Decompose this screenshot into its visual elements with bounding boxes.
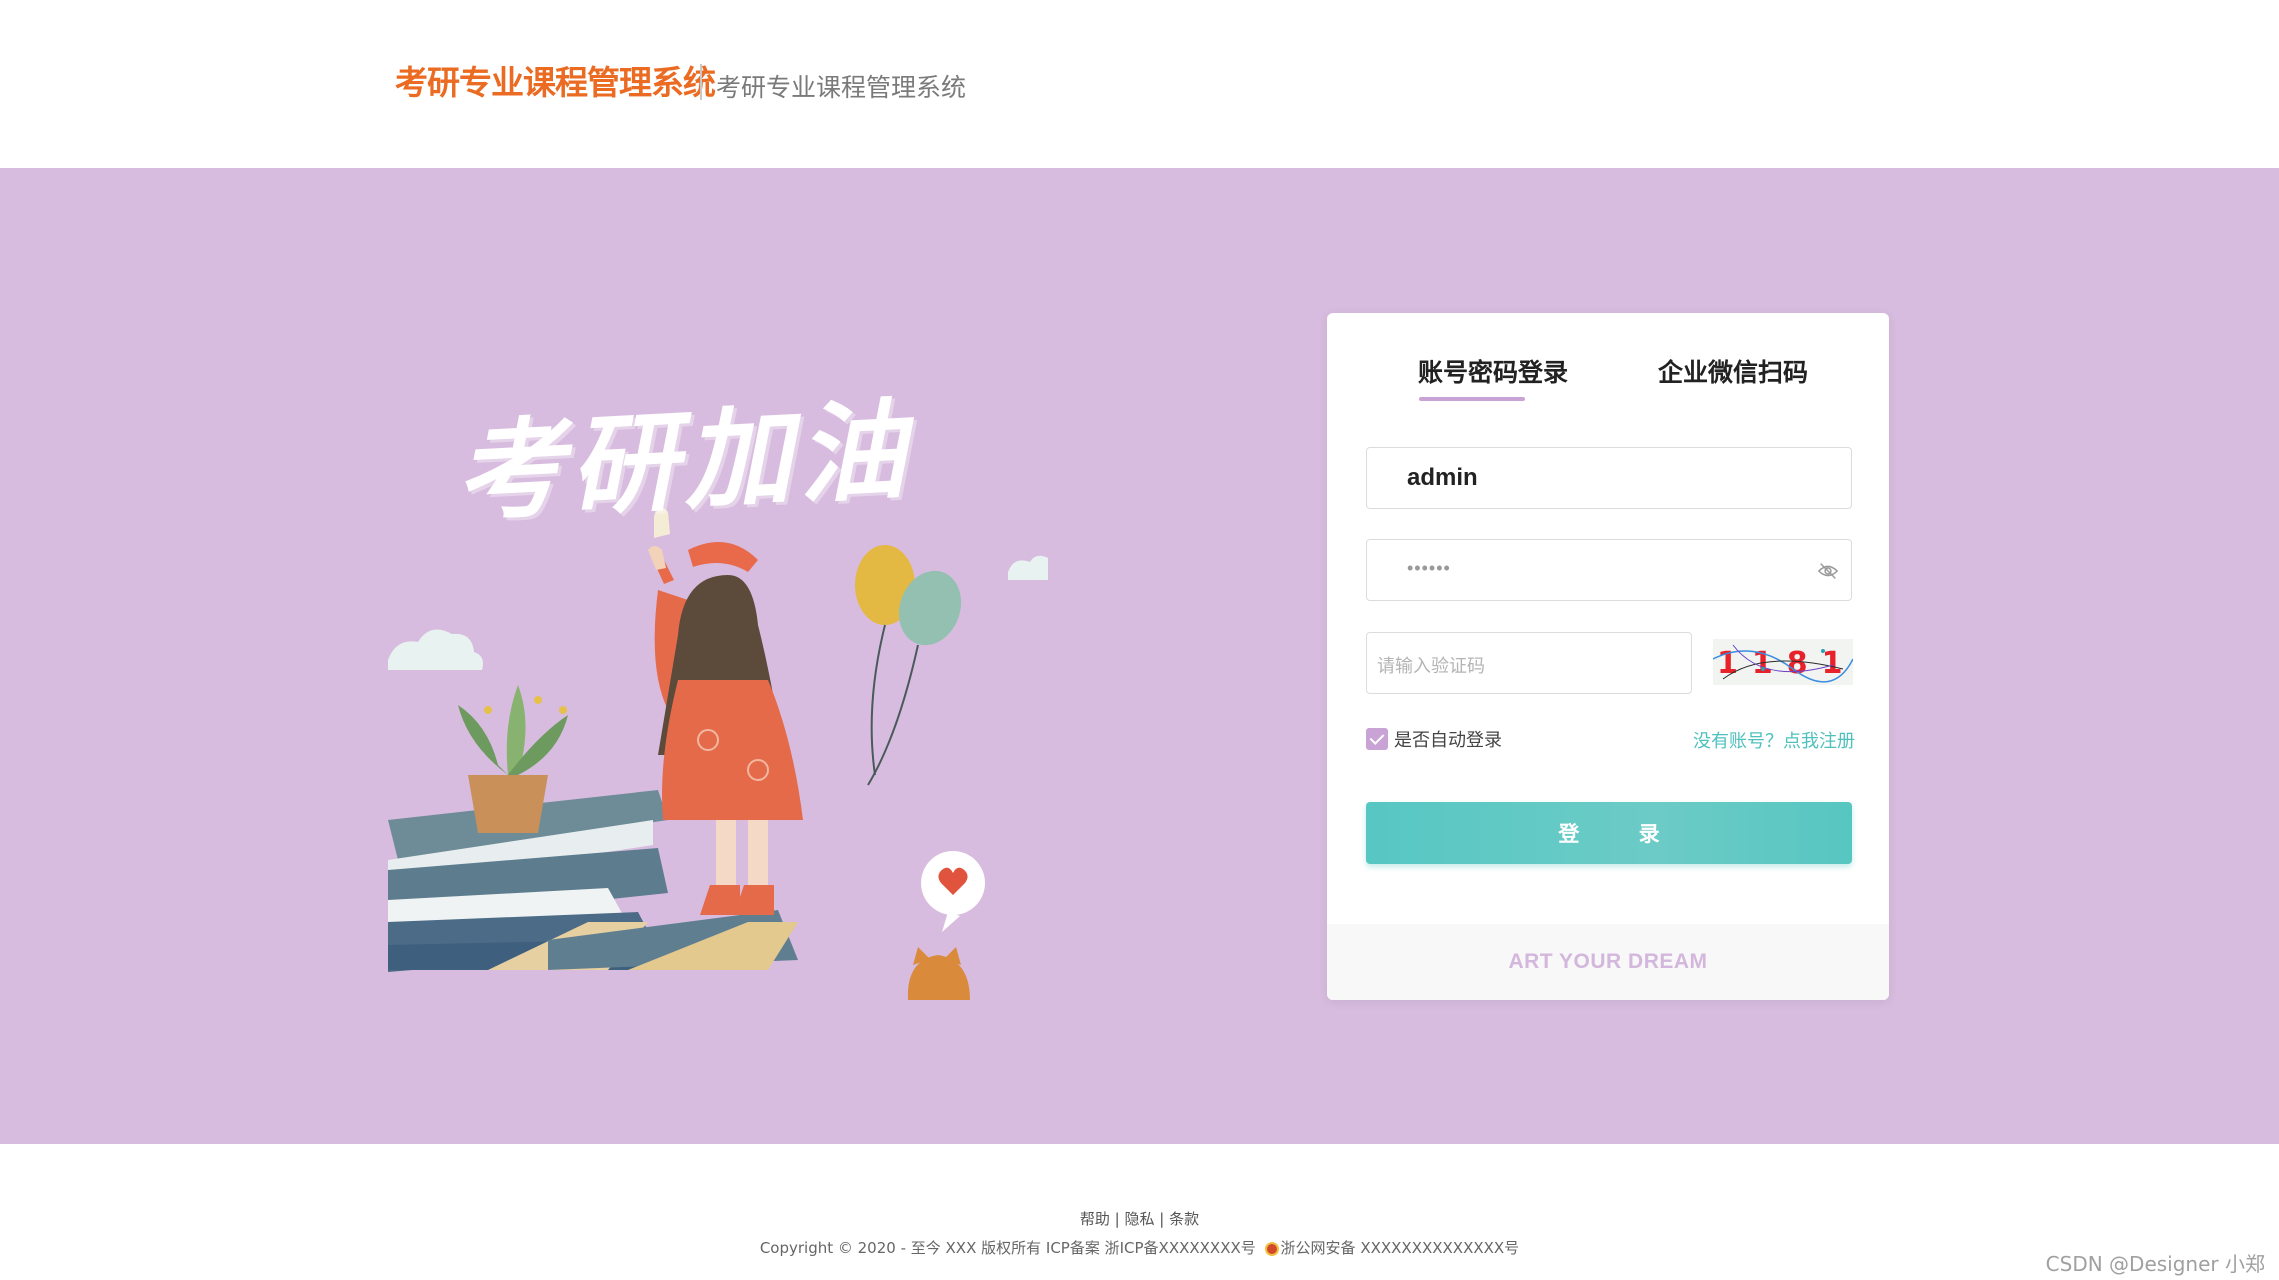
heart-bubble-icon: [921, 851, 985, 932]
username-field[interactable]: admin: [1366, 447, 1852, 509]
header: 考研专业课程管理系统 考研专业课程管理系统: [0, 0, 2279, 168]
footer-separator: |: [1114, 1210, 1120, 1228]
remember-checkbox[interactable]: [1366, 728, 1388, 750]
tab-wechat-scan[interactable]: 企业微信扫码: [1658, 353, 1808, 389]
remember-label: 是否自动登录: [1394, 730, 1502, 751]
footer-links: 帮助 | 隐私 | 条款: [0, 1208, 2279, 1229]
cloud-icon: [1008, 555, 1048, 580]
password-value: ••••••: [1407, 558, 1451, 578]
footer-link-privacy[interactable]: 隐私: [1124, 1210, 1154, 1228]
logo-title[interactable]: 考研专业课程管理系统: [395, 56, 716, 104]
footer-copyright: Copyright © 2020 - 至今 XXX 版权所有 ICP备案 浙IC…: [0, 1237, 2279, 1258]
captcha-placeholder: 请输入验证码: [1377, 656, 1485, 677]
captcha-field[interactable]: 请输入验证码: [1366, 632, 1692, 694]
logo-divider: [700, 64, 702, 100]
login-card: 账号密码登录 企业微信扫码 admin •••••• 请输入验证码 1181 是…: [1327, 313, 1889, 1000]
girl-figure-icon: [648, 507, 803, 915]
username-value: admin: [1407, 464, 1478, 491]
remember-me[interactable]: 是否自动登录: [1366, 726, 1502, 752]
login-banner: [0, 168, 2279, 1144]
footer-link-help[interactable]: 帮助: [1080, 1210, 1110, 1228]
copyright-text: Copyright © 2020 - 至今 XXX 版权所有 ICP备案 浙IC…: [759, 1239, 1256, 1257]
eye-off-icon[interactable]: [1817, 560, 1839, 582]
captcha-image[interactable]: 1181: [1713, 639, 1853, 685]
balloon-icon: [855, 545, 915, 776]
header-subtitle: 考研专业课程管理系统: [716, 73, 967, 102]
tab-account-password[interactable]: 账号密码登录: [1418, 353, 1568, 389]
register-link[interactable]: 没有账号？点我注册: [1693, 727, 1855, 753]
login-button[interactable]: 登 录: [1366, 802, 1852, 864]
footer-separator: |: [1159, 1210, 1165, 1228]
footer-link-terms[interactable]: 条款: [1169, 1210, 1199, 1228]
csdn-watermark: CSDN @Designer 小郑: [2045, 1252, 2265, 1276]
active-tab-indicator: [1419, 397, 1525, 401]
slogan: 考研加油: [452, 387, 915, 537]
cloud-icon: [388, 629, 483, 670]
police-record-text[interactable]: 浙公网安备 XXXXXXXXXXXXXX号: [1281, 1239, 1520, 1257]
card-footer-slogan: ART YOUR DREAM: [1508, 950, 1708, 973]
password-field[interactable]: ••••••: [1366, 539, 1852, 601]
card-footer: ART YOUR DREAM: [1327, 924, 1889, 1000]
cat-icon: [907, 947, 970, 1000]
police-badge-icon: [1264, 1241, 1279, 1256]
